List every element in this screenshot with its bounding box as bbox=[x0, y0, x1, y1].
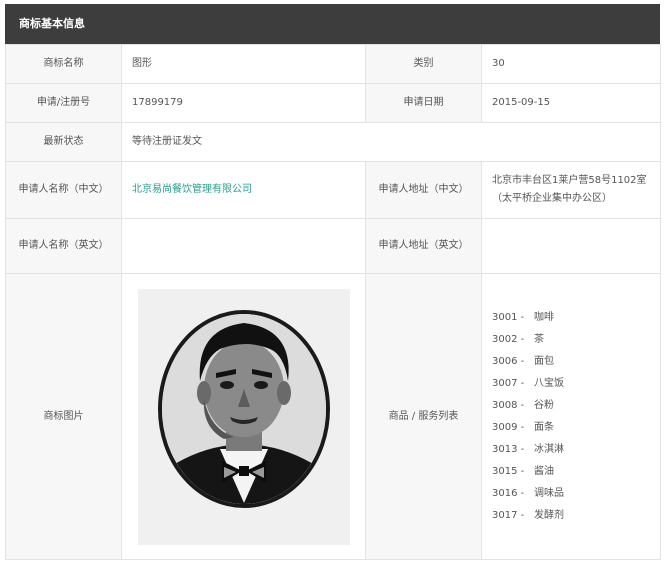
trademark-info-panel: 商标基本信息 商标名称 图形 类别 30 申请/注册号 17899179 申请日… bbox=[5, 4, 661, 560]
goods-item: 3017 - 发酵剂 bbox=[492, 509, 564, 521]
trademark-name-value: 图形 bbox=[121, 44, 366, 84]
trademark-image-label: 商标图片 bbox=[5, 273, 122, 560]
goods-item: 3008 - 谷粉 bbox=[492, 399, 554, 411]
applicant-address-en-value bbox=[481, 218, 661, 274]
registration-number-value: 17899179 bbox=[121, 83, 366, 123]
goods-services-label: 商品 / 服务列表 bbox=[365, 273, 482, 560]
row-status: 最新状态 等待注册证发文 bbox=[5, 122, 661, 162]
applicant-name-en-value bbox=[121, 218, 366, 274]
goods-item: 3013 - 冰淇淋 bbox=[492, 443, 564, 455]
goods-item: 3016 - 调味品 bbox=[492, 487, 564, 499]
row-applicant-cn: 申请人名称（中文） 北京易尚餐饮管理有限公司 申请人地址（中文） 北京市丰台区1… bbox=[5, 161, 661, 219]
registration-number-label: 申请/注册号 bbox=[5, 83, 122, 123]
trademark-name-label: 商标名称 bbox=[5, 44, 122, 84]
trademark-portrait-image bbox=[137, 288, 350, 545]
row-trademark-image: 商标图片 商品 / 服务列表 3001 - 咖啡 3002 - 茶 3006 -… bbox=[5, 273, 661, 560]
application-date-value: 2015-09-15 bbox=[481, 83, 661, 123]
goods-item: 3015 - 酱油 bbox=[492, 465, 554, 477]
application-date-label: 申请日期 bbox=[365, 83, 482, 123]
applicant-name-cn-label: 申请人名称（中文） bbox=[5, 161, 122, 219]
status-value: 等待注册证发文 bbox=[121, 122, 661, 162]
goods-item: 3007 - 八宝饭 bbox=[492, 377, 564, 389]
applicant-name-en-label: 申请人名称（英文） bbox=[5, 218, 122, 274]
applicant-address-en-label: 申请人地址（英文） bbox=[365, 218, 482, 274]
goods-services-cell: 3001 - 咖啡 3002 -茶 3006 - 面包 3007 - 八宝饭 3008… bbox=[481, 273, 661, 560]
goods-item: 3009 - 面条 bbox=[492, 421, 554, 433]
applicant-address-cn-value: 北京市丰台区1莱户营58号1102室（太平桥企业集中办公区） bbox=[481, 161, 661, 219]
trademark-info-table: 商标名称 图形 类别 30 申请/注册号 17899179 申请日期 2015-… bbox=[5, 44, 661, 560]
status-label: 最新状态 bbox=[5, 122, 122, 162]
trademark-image-cell bbox=[121, 273, 366, 560]
category-label: 类别 bbox=[365, 44, 482, 84]
goods-services-list: 3001 - 咖啡 3002 -茶 3006 - 面包 3007 - 八宝饭 3008… bbox=[492, 307, 650, 527]
goods-item: 3001 - 咖啡 bbox=[492, 311, 554, 323]
panel-title: 商标基本信息 bbox=[5, 4, 660, 44]
row-trademark-name: 商标名称 图形 类别 30 bbox=[5, 44, 661, 84]
applicant-name-cn-link[interactable]: 北京易尚餐饮管理有限公司 bbox=[121, 161, 366, 219]
goods-item: 3002 -茶 bbox=[492, 333, 544, 345]
category-value: 30 bbox=[481, 44, 661, 84]
row-registration: 申请/注册号 17899179 申请日期 2015-09-15 bbox=[5, 83, 661, 123]
applicant-address-cn-label: 申请人地址（中文） bbox=[365, 161, 482, 219]
goods-item: 3006 - 面包 bbox=[492, 355, 554, 367]
row-applicant-en: 申请人名称（英文） 申请人地址（英文） bbox=[5, 218, 661, 274]
